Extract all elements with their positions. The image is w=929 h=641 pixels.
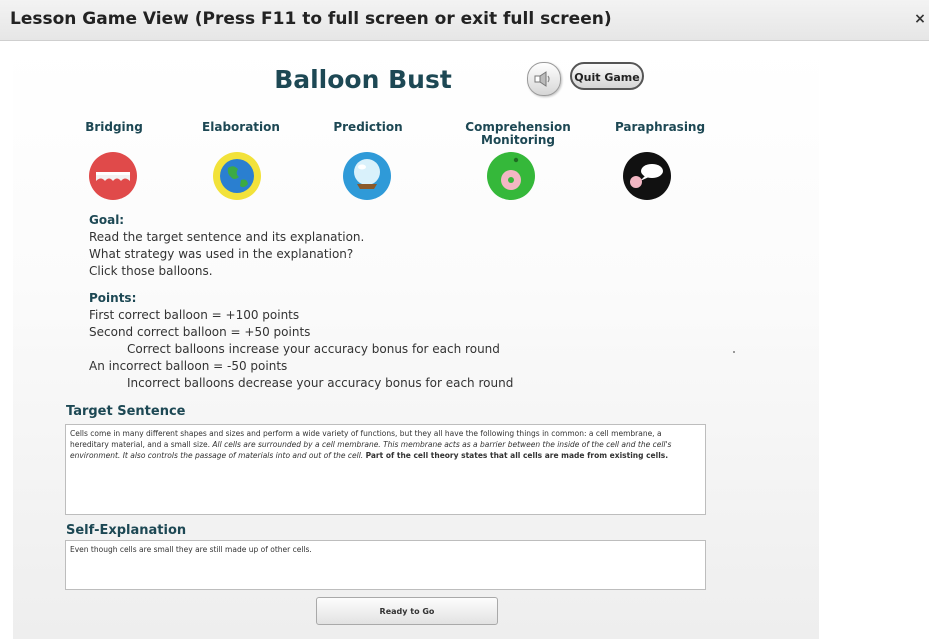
game-title: Balloon Bust: [274, 65, 452, 94]
self-explanation-box[interactable]: Even though cells are small they are sti…: [65, 540, 706, 590]
speaker-icon: [534, 71, 550, 87]
self-explanation-label: Self-Explanation: [66, 523, 187, 538]
target-sentence-label: Target Sentence: [66, 404, 186, 419]
close-button[interactable]: ×: [913, 10, 927, 28]
game-panel: Balloon Bust Quit Game Bridging Elaborat…: [13, 45, 819, 639]
bridge-balloon-icon[interactable]: [87, 150, 139, 202]
strategy-label-bridging: Bridging: [85, 120, 143, 134]
strategy-label-prediction: Prediction: [333, 120, 403, 134]
stray-dot: [733, 351, 735, 353]
brain-balloon-icon[interactable]: [485, 150, 537, 202]
crystal-ball-balloon-icon[interactable]: [341, 150, 393, 202]
points-line-1: First correct balloon = +100 points: [89, 308, 300, 322]
goal-line-3: Click those balloons.: [89, 264, 213, 278]
target-text-bold: Part of the cell theory states that all …: [365, 451, 669, 460]
points-line-4: An incorrect balloon = -50 points: [89, 359, 288, 373]
game-window: Lesson Game View (Press F11 to full scre…: [0, 0, 929, 641]
points-line-2: Second correct balloon = +50 points: [89, 325, 311, 339]
strategy-label-paraphrasing: Paraphrasing: [614, 120, 706, 134]
quit-game-button[interactable]: Quit Game: [570, 62, 644, 90]
points-heading: Points:: [89, 291, 137, 305]
goal-line-1: Read the target sentence and its explana…: [89, 230, 365, 244]
ready-to-go-button[interactable]: Ready to Go: [316, 597, 498, 625]
sound-button[interactable]: [527, 62, 561, 96]
globe-balloon-icon[interactable]: [211, 150, 263, 202]
points-line-3: Correct balloons increase your accuracy …: [127, 342, 500, 356]
window-title: Lesson Game View (Press F11 to full scre…: [10, 9, 612, 29]
strategy-label-elaboration: Elaboration: [202, 120, 280, 134]
points-line-5: Incorrect balloons decrease your accurac…: [127, 376, 514, 390]
goal-line-2: What strategy was used in the explanatio…: [89, 247, 354, 261]
title-bar: Lesson Game View (Press F11 to full scre…: [0, 0, 929, 41]
goal-heading: Goal:: [89, 213, 125, 227]
speech-bubble-balloon-icon[interactable]: [621, 150, 673, 202]
strategy-label-comprehension-monitoring: Comprehension Monitoring: [465, 120, 571, 147]
instructions: Goal: Read the target sentence and its e…: [89, 212, 609, 392]
target-sentence-box: Cells come in many different shapes and …: [65, 424, 706, 515]
